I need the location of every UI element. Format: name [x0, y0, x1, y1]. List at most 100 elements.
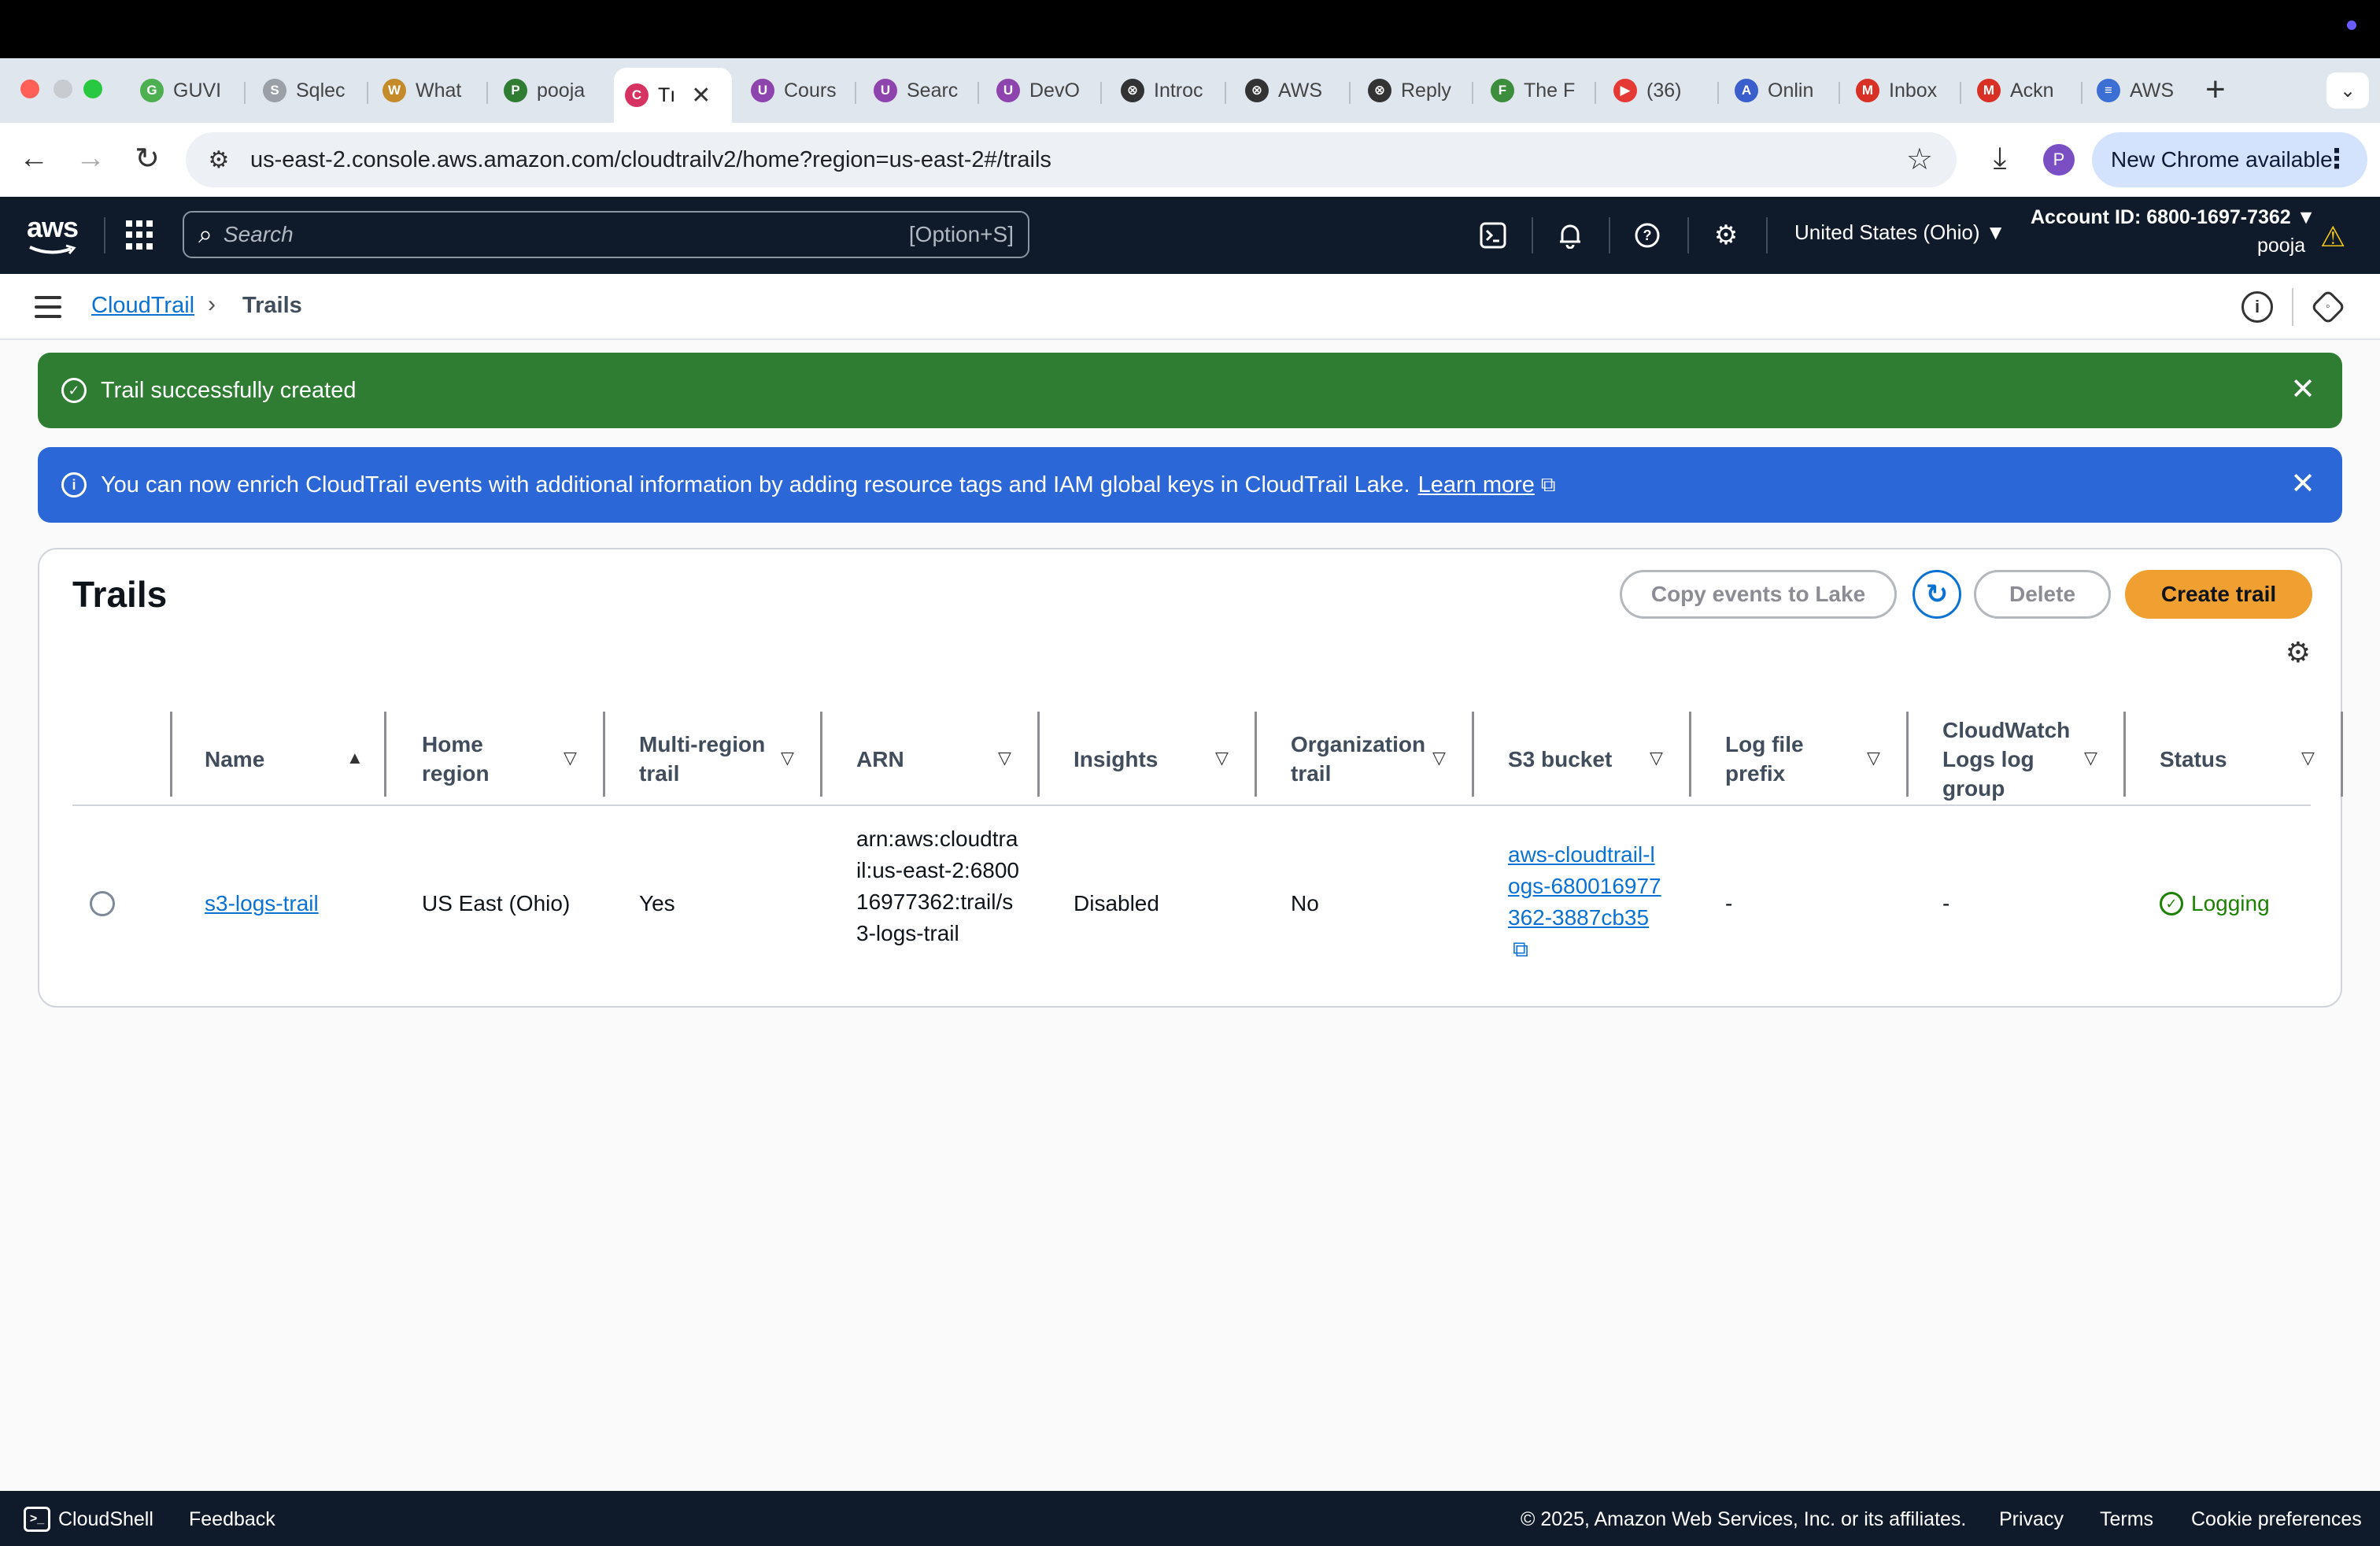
notification-settings-icon[interactable]: ◦ — [2310, 289, 2346, 325]
sort-icon[interactable]: ▽ — [564, 748, 577, 768]
sort-icon[interactable]: ▽ — [1215, 748, 1229, 768]
success-flashbar: ✓ Trail successfully created ✕ — [38, 353, 2342, 428]
copy-events-to-lake-button[interactable]: Copy events to Lake — [1620, 570, 1897, 619]
new-tab-plus-icon[interactable]: + — [2205, 72, 2226, 107]
site-settings-icon[interactable]: ⚙ — [197, 138, 241, 182]
browser-tab[interactable]: ⊗ AWS — [1234, 68, 1344, 113]
window-zoom-button[interactable] — [83, 80, 102, 98]
footer-terms-link[interactable]: Terms — [2100, 1508, 2153, 1531]
tab-favicon-icon: G — [140, 79, 164, 102]
kebab-menu-icon[interactable]: ⋮ — [2323, 143, 2350, 175]
refresh-icon[interactable]: ↻ — [1913, 570, 1961, 619]
console-search-input[interactable]: ⌕ Search [Option+S] — [183, 211, 1029, 258]
browser-tab[interactable]: U DevO — [985, 68, 1096, 113]
sort-icon[interactable]: ▽ — [1867, 748, 1880, 768]
tab-close-icon[interactable]: ✕ — [691, 82, 711, 109]
column-header-s3-bucket[interactable]: S3 bucket — [1508, 712, 1634, 806]
profile-avatar[interactable]: P — [2043, 144, 2075, 176]
reload-icon[interactable]: ↻ — [128, 139, 167, 178]
browser-tab[interactable]: A Onlin — [1724, 68, 1834, 113]
sort-icon[interactable]: ▽ — [781, 748, 794, 768]
cloudshell-icon[interactable] — [1475, 217, 1511, 253]
aws-console-header: aws ⌕ Search [Option+S] ? ⚙ United State… — [0, 197, 2380, 274]
footer-cookie-preferences-link[interactable]: Cookie preferences — [2191, 1508, 2362, 1531]
browser-tab[interactable]: Ppooja — [493, 68, 603, 113]
row-select-radio[interactable] — [90, 891, 115, 916]
column-header-multi-region[interactable]: Multi-region trail — [639, 712, 773, 806]
browser-tab[interactable]: G GUVI — [129, 68, 239, 113]
help-icon[interactable]: ? — [1629, 217, 1665, 253]
browser-tab[interactable]: C Tı ✕ — [614, 68, 732, 123]
crumb-divider — [2292, 288, 2293, 326]
browser-tab[interactable]: ⊗ Introc — [1110, 68, 1220, 113]
search-placeholder: Search — [223, 222, 294, 246]
side-nav-menu-icon[interactable] — [35, 293, 61, 321]
download-icon[interactable]: ⤓ — [1980, 139, 2020, 178]
browser-tab[interactable]: M Ackn — [1966, 68, 2076, 113]
warning-icon[interactable]: ⚠ — [2320, 220, 2345, 253]
aws-logo[interactable]: aws — [27, 211, 79, 258]
new-chrome-available-button[interactable]: New Chrome available ⋮ — [2092, 132, 2367, 187]
column-header-log-prefix[interactable]: Log file prefix — [1725, 712, 1835, 806]
tab-label: DevO — [1029, 79, 1080, 102]
info-icon[interactable]: i — [2241, 291, 2273, 323]
account-menu[interactable]: Account ID: 6800-1697-7362 ▼ — [2031, 206, 2315, 229]
back-arrow-icon[interactable]: ← — [14, 139, 54, 178]
browser-tab[interactable]: ≡ AWS — [2086, 68, 2196, 113]
column-header-cloudwatch[interactable]: CloudWatch Logs log group — [1942, 712, 2078, 806]
create-trail-button[interactable]: Create trail — [2125, 570, 2312, 619]
learn-more-link[interactable]: Learn more — [1418, 472, 1535, 498]
sort-icon[interactable]: ▽ — [1432, 748, 1446, 768]
cloudshell-icon[interactable]: >_ — [24, 1507, 50, 1532]
sort-ascending-icon[interactable]: ▲ — [346, 748, 364, 768]
browser-tab[interactable]: M Inbox — [1845, 68, 1955, 113]
footer-privacy-link[interactable]: Privacy — [1999, 1508, 2064, 1531]
dismiss-info-close-icon[interactable]: ✕ — [2290, 469, 2315, 499]
browser-tab[interactable]: U Cours — [740, 68, 850, 113]
column-divider — [1255, 712, 1257, 797]
sort-icon[interactable]: ▽ — [2084, 748, 2097, 768]
bookmark-star-icon[interactable]: ☆ — [1906, 142, 1933, 177]
breadcrumb-cloudtrail-link[interactable]: CloudTrail — [91, 293, 194, 319]
sort-icon[interactable]: ▽ — [2301, 748, 2315, 768]
column-header-name[interactable]: Name — [205, 712, 338, 806]
forward-arrow-icon[interactable]: → — [71, 139, 110, 178]
column-header-organization[interactable]: Organization trail — [1291, 712, 1426, 806]
settings-gear-icon[interactable]: ⚙ — [1708, 217, 1744, 253]
s3-bucket-link[interactable]: aws-cloudtrail-logs-680016977362-3887cb3… — [1508, 842, 1661, 930]
tab-separator — [1595, 82, 1596, 104]
window-close-button[interactable] — [20, 80, 39, 98]
dismiss-success-close-icon[interactable]: ✕ — [2290, 375, 2315, 405]
column-header-status[interactable]: Status — [2160, 712, 2286, 806]
column-header-arn[interactable]: ARN — [856, 712, 982, 806]
sort-icon[interactable]: ▽ — [1650, 748, 1663, 768]
page-title: Trails — [72, 574, 168, 615]
url-text[interactable]: us-east-2.console.aws.amazon.com/cloudtr… — [250, 147, 1051, 173]
footer-feedback-link[interactable]: Feedback — [189, 1508, 275, 1531]
column-header-home-region[interactable]: Home region — [422, 712, 548, 806]
services-grid-icon[interactable] — [126, 220, 156, 250]
column-divider — [2341, 712, 2343, 797]
region-selector[interactable]: United States (Ohio) ▼ — [1794, 220, 2006, 245]
delete-button[interactable]: Delete — [1974, 570, 2111, 619]
browser-tab[interactable]: ▶ (36) — [1602, 68, 1713, 113]
browser-tab[interactable]: U Searc — [863, 68, 973, 113]
column-divider — [1689, 712, 1691, 797]
account-user[interactable]: pooja — [2257, 235, 2305, 257]
tab-search-chevron-icon[interactable]: ⌄ — [2326, 72, 2369, 109]
table-preferences-gear-icon[interactable]: ⚙ — [2286, 636, 2311, 669]
trail-name-link[interactable]: s3-logs-trail — [205, 891, 319, 915]
sort-icon[interactable]: ▽ — [998, 748, 1011, 768]
browser-tab[interactable]: F The F — [1480, 68, 1590, 113]
info-icon: i — [61, 472, 87, 497]
notifications-bell-icon[interactable] — [1552, 217, 1588, 253]
browser-tab[interactable]: ⊗ Reply — [1357, 68, 1467, 113]
column-header-insights[interactable]: Insights — [1074, 712, 1199, 806]
external-link-icon: ⧉ — [1540, 472, 1556, 496]
footer-cloudshell-link[interactable]: CloudShell — [58, 1508, 153, 1531]
window-minimize-button[interactable] — [54, 80, 72, 98]
tab-label: (36) — [1646, 79, 1682, 102]
address-bar[interactable]: ⚙ us-east-2.console.aws.amazon.com/cloud… — [186, 132, 1957, 187]
browser-tab[interactable]: S Sqlec — [252, 68, 362, 113]
browser-tab[interactable]: W What — [371, 68, 482, 113]
